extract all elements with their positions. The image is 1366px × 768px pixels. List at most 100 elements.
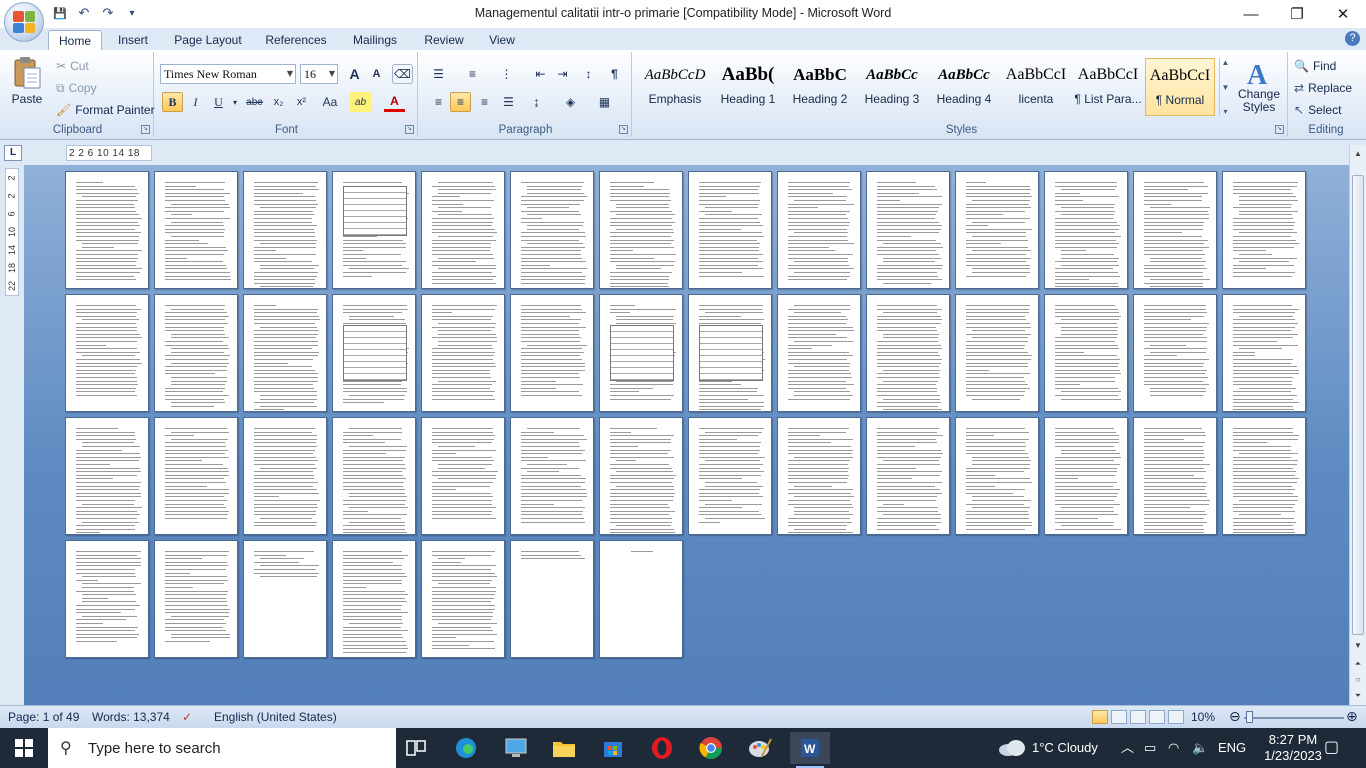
start-button[interactable] [0, 728, 48, 768]
page-thumbnail[interactable] [599, 294, 683, 412]
battery-icon[interactable]: ▭ [1144, 728, 1156, 768]
style-heading-3[interactable]: AaBbCc Heading 3 [857, 58, 927, 116]
cut-button[interactable]: ✂ Cut [56, 56, 89, 76]
page-thumbnail[interactable] [421, 171, 505, 289]
page-thumbnail[interactable] [510, 171, 594, 289]
outline-view-icon[interactable] [1149, 710, 1165, 724]
grow-font-button[interactable]: A [344, 64, 365, 84]
close-button[interactable]: ✕ [1320, 0, 1366, 28]
scroll-up-icon[interactable]: ▲ [1351, 147, 1365, 161]
tab-selector-button[interactable]: L [4, 145, 22, 161]
style-heading-4[interactable]: AaBbCc Heading 4 [929, 58, 999, 116]
font-family-combo[interactable]: Times New Roman ▼ [160, 64, 296, 84]
page-thumbnail[interactable] [866, 417, 950, 535]
style-licenta[interactable]: AaBbCcI licenta [1001, 58, 1071, 116]
web-layout-view-icon[interactable] [1130, 710, 1146, 724]
page-thumbnail[interactable] [510, 540, 594, 658]
vertical-ruler[interactable]: 2 2 6 10 14 18 22 [5, 168, 19, 296]
font-color-button[interactable]: A [384, 92, 405, 112]
page-thumbnail[interactable] [510, 417, 594, 535]
increase-indent-icon[interactable]: ⇥ [552, 64, 573, 84]
document-area[interactable] [24, 165, 1349, 705]
underline-dropdown-icon[interactable]: ▾ [230, 92, 240, 112]
page-thumbnail[interactable] [332, 540, 416, 658]
zoom-slider[interactable] [1244, 717, 1344, 719]
decrease-indent-icon[interactable]: ⇤ [530, 64, 551, 84]
page-thumbnail[interactable] [421, 540, 505, 658]
clear-formatting-icon[interactable]: ⌫ [392, 64, 413, 84]
tab-home[interactable]: Home [48, 30, 102, 50]
proofing-icon[interactable]: ✓ [182, 710, 192, 724]
align-center-icon[interactable]: ≡ [450, 92, 471, 112]
computer-app-icon[interactable] [496, 732, 536, 764]
styles-gallery-scroll[interactable]: ▲ ▼ ▾ [1219, 58, 1231, 116]
page-thumbnail[interactable] [1044, 171, 1128, 289]
notifications-icon[interactable]: ▢ [1324, 728, 1339, 768]
superscript-button[interactable]: x² [291, 92, 312, 112]
page-thumbnail[interactable] [1133, 294, 1217, 412]
volume-icon[interactable]: 🔈 [1192, 728, 1208, 768]
page-thumbnail[interactable] [243, 417, 327, 535]
paste-button[interactable]: Paste [6, 56, 48, 118]
page-thumbnail[interactable] [688, 171, 772, 289]
browse-object-icon[interactable]: ○ [1351, 673, 1365, 687]
full-screen-reading-view-icon[interactable] [1111, 710, 1127, 724]
strikethrough-button[interactable]: abe [244, 92, 265, 112]
help-icon[interactable]: ? [1345, 31, 1360, 46]
page-thumbnail[interactable] [955, 294, 1039, 412]
page-thumbnail[interactable] [1044, 294, 1128, 412]
page-count[interactable]: Page: 1 of 49 [8, 710, 79, 724]
zoom-slider-thumb[interactable] [1246, 711, 1253, 723]
page-thumbnail[interactable] [332, 294, 416, 412]
align-left-icon[interactable]: ≡ [428, 92, 449, 112]
justify-icon[interactable]: ☰ [498, 92, 519, 112]
zoom-out-icon[interactable]: ⊖ [1229, 708, 1241, 725]
styles-launcher-icon[interactable]: ↘ [1275, 125, 1284, 134]
page-thumbnail[interactable] [421, 294, 505, 412]
page-thumbnail[interactable] [688, 294, 772, 412]
italic-button[interactable]: I [185, 92, 206, 112]
chrome-browser-icon[interactable] [691, 732, 731, 764]
page-thumbnail[interactable] [154, 417, 238, 535]
format-painter-button[interactable]: 🖌 Format Painter [56, 100, 155, 120]
tab-insert[interactable]: Insert [110, 30, 156, 50]
page-thumbnail[interactable] [1222, 417, 1306, 535]
scroll-down-icon[interactable]: ▼ [1351, 639, 1365, 653]
page-thumbnail[interactable] [1222, 294, 1306, 412]
zoom-in-icon[interactable]: ⊕ [1346, 708, 1358, 725]
page-thumbnail[interactable] [243, 171, 327, 289]
page-thumbnail[interactable] [1133, 171, 1217, 289]
page-thumbnail[interactable] [421, 417, 505, 535]
task-view-icon[interactable] [396, 732, 436, 764]
page-thumbnail[interactable] [154, 540, 238, 658]
bold-button[interactable]: B [162, 92, 183, 112]
weather-widget[interactable]: 1°C Cloudy [998, 728, 1098, 768]
highlight-button[interactable]: ab [350, 92, 371, 112]
tab-references[interactable]: References [260, 30, 332, 50]
file-explorer-icon[interactable] [544, 732, 584, 764]
clipboard-launcher-icon[interactable]: ↘ [141, 125, 150, 134]
page-thumbnail[interactable] [777, 171, 861, 289]
change-case-button[interactable]: Aa [316, 92, 344, 112]
style-normal[interactable]: AaBbCcI ¶ Normal [1145, 58, 1215, 116]
bullets-icon[interactable]: ☰ [428, 64, 449, 84]
page-thumbnail[interactable] [599, 417, 683, 535]
align-right-icon[interactable]: ≡ [474, 92, 495, 112]
gallery-more-icon[interactable]: ▾ [1223, 107, 1227, 116]
language-status[interactable]: English (United States) [214, 710, 337, 724]
word-app-icon[interactable]: W [790, 732, 830, 768]
page-thumbnail[interactable] [955, 171, 1039, 289]
line-spacing-icon[interactable]: ↨ [526, 92, 547, 112]
page-thumbnail[interactable] [332, 171, 416, 289]
style-heading-1[interactable]: AaBb( Heading 1 [713, 58, 783, 116]
tab-review[interactable]: Review [418, 30, 470, 50]
paint-app-icon[interactable] [740, 732, 780, 764]
borders-icon[interactable]: ▦ [594, 92, 615, 112]
page-thumbnail[interactable] [777, 294, 861, 412]
edge-browser-icon[interactable] [446, 732, 486, 764]
clock[interactable]: 8:27 PM 1/23/2023 [1258, 728, 1328, 768]
page-thumbnail[interactable] [243, 294, 327, 412]
find-button[interactable]: 🔍 Find [1294, 56, 1336, 76]
page-thumbnail[interactable] [1133, 417, 1217, 535]
opera-browser-icon[interactable] [642, 732, 682, 764]
